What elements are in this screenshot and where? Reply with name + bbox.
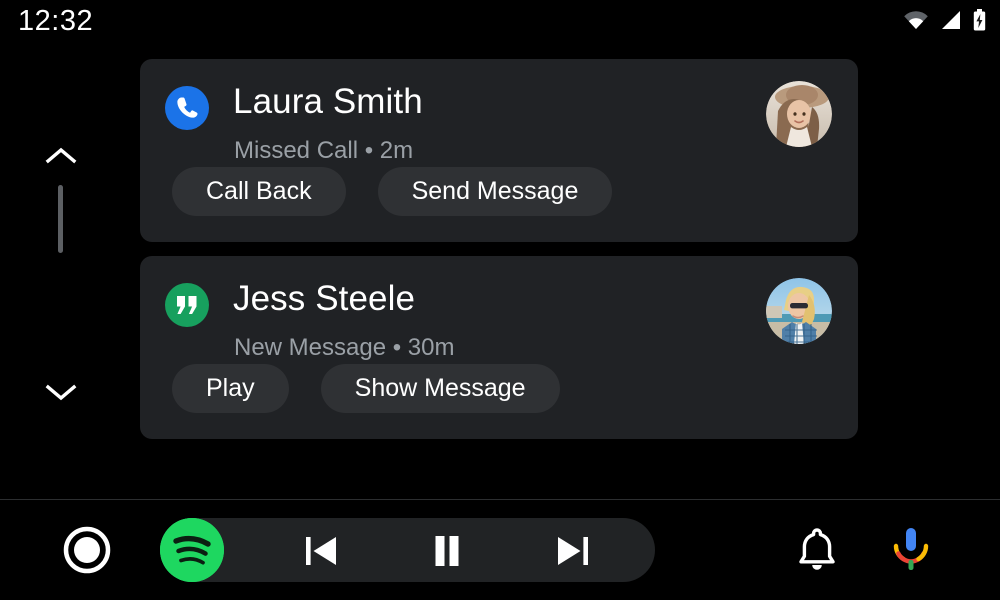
home-circle-icon[interactable] bbox=[62, 525, 112, 575]
play-button[interactable]: Play bbox=[172, 364, 289, 413]
google-assistant-mic-icon[interactable] bbox=[888, 524, 934, 574]
wifi-icon bbox=[903, 10, 929, 35]
status-bar: 12:32 bbox=[0, 0, 1000, 46]
show-message-button[interactable]: Show Message bbox=[320, 364, 560, 413]
phone-icon bbox=[165, 86, 209, 130]
status-clock: 12:32 bbox=[18, 5, 94, 37]
notification-card-new-message[interactable]: Jess Steele New Message • 30m Play Show … bbox=[140, 256, 858, 439]
status-icon-group bbox=[903, 9, 986, 36]
avatar bbox=[766, 81, 832, 147]
pause-icon[interactable] bbox=[427, 532, 467, 570]
notification-title: Laura Smith bbox=[233, 82, 423, 121]
spotify-icon[interactable] bbox=[160, 518, 224, 582]
notification-subtitle: Missed Call • 2m bbox=[234, 137, 414, 164]
notification-title: Jess Steele bbox=[233, 279, 416, 318]
notification-subtitle: New Message • 30m bbox=[234, 334, 455, 361]
call-back-button[interactable]: Call Back bbox=[172, 167, 346, 216]
android-auto-notification-screen: 12:32 Laura Smith Missed Call • 2m Call … bbox=[0, 0, 1000, 600]
send-message-button[interactable]: Send Message bbox=[377, 167, 613, 216]
skip-previous-icon[interactable] bbox=[301, 532, 341, 570]
chevron-up-icon[interactable] bbox=[44, 144, 78, 168]
notification-actions: Call Back Send Message bbox=[140, 167, 858, 242]
skip-next-icon[interactable] bbox=[553, 532, 593, 570]
notification-header: Laura Smith Missed Call • 2m bbox=[140, 59, 858, 167]
chat-quote-icon bbox=[165, 283, 209, 327]
notification-actions: Play Show Message bbox=[140, 364, 858, 439]
avatar bbox=[766, 278, 832, 344]
battery-charging-icon bbox=[973, 9, 986, 36]
scroll-rail[interactable] bbox=[40, 130, 82, 430]
cellular-signal-icon bbox=[940, 10, 962, 35]
chevron-down-icon[interactable] bbox=[44, 380, 78, 404]
notification-list: Laura Smith Missed Call • 2m Call Back S… bbox=[140, 59, 858, 453]
bell-icon[interactable] bbox=[795, 526, 839, 572]
scrollbar-thumb[interactable] bbox=[58, 185, 63, 253]
notification-card-missed-call[interactable]: Laura Smith Missed Call • 2m Call Back S… bbox=[140, 59, 858, 242]
notification-header: Jess Steele New Message • 30m bbox=[140, 256, 858, 364]
